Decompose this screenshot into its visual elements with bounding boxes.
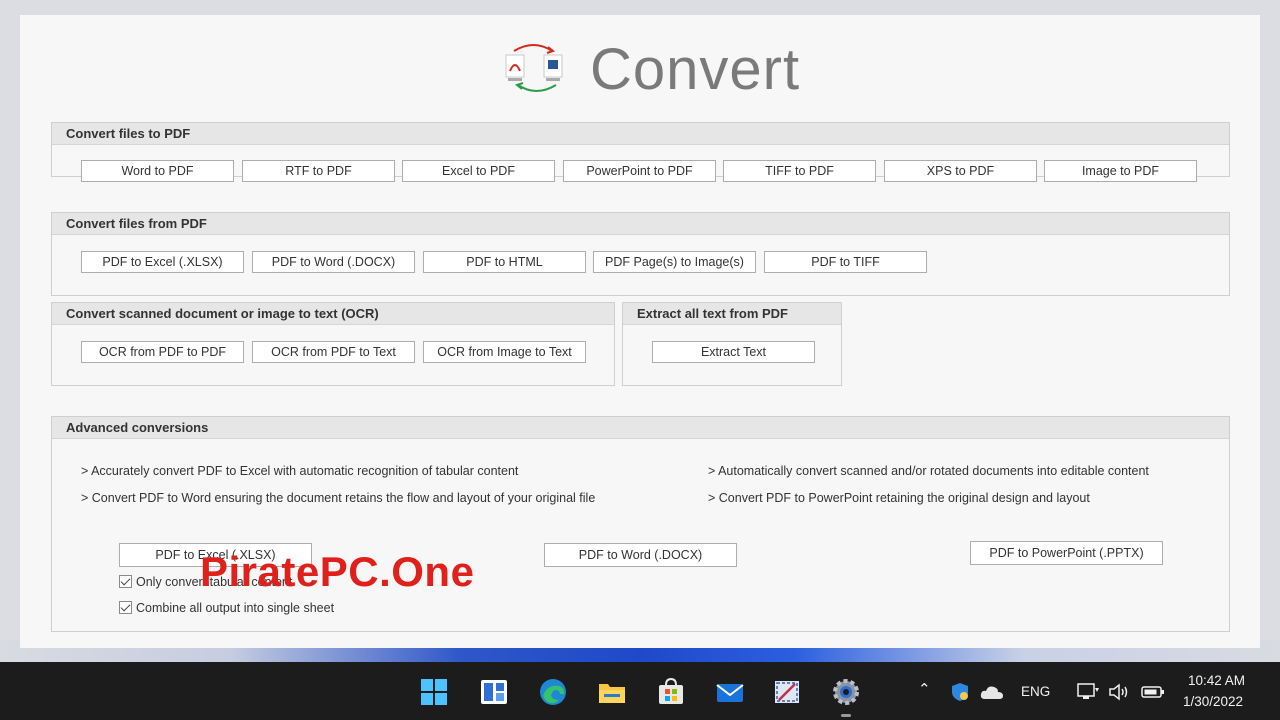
group-ocr: Convert scanned document or image to tex… [51,302,615,386]
image-to-pdf-button[interactable]: Image to PDF [1044,160,1197,182]
feature-text: > Convert PDF to Word ensuring the docum… [81,491,596,505]
show-hidden-icons-chevron-icon[interactable]: ⌃ [918,680,931,698]
onedrive-cloud-icon[interactable] [980,684,1004,700]
app-title: Convert [590,37,801,102]
windows-security-icon[interactable] [950,682,970,702]
pdf-to-word-button[interactable]: PDF to Word (.DOCX) [252,251,415,273]
feature-text: > Convert PDF to PowerPoint retaining th… [708,491,1090,505]
word-to-pdf-button[interactable]: Word to PDF [81,160,234,182]
start-icon[interactable] [418,676,450,708]
checkbox-checked[interactable] [119,601,132,615]
rtf-to-pdf-button[interactable]: RTF to PDF [242,160,395,182]
group-title: Extract all text from PDF [623,303,841,325]
settings-icon[interactable] [830,676,862,708]
xps-to-pdf-button[interactable]: XPS to PDF [884,160,1037,182]
header: Convert [500,37,840,107]
option-label: Combine all output into single sheet [136,601,335,615]
pdf-to-tiff-button[interactable]: PDF to TIFF [764,251,927,273]
advanced-pdf-to-powerpoint-button[interactable]: PDF to PowerPoint (.PPTX) [970,541,1163,565]
group-title: Convert scanned document or image to tex… [52,303,614,325]
pdf-to-html-button[interactable]: PDF to HTML [423,251,586,273]
volume-icon[interactable] [1108,682,1130,702]
group-title: Convert files from PDF [52,213,1229,235]
group-convert-from-pdf: Convert files from PDF PDF to Excel (.XL… [51,212,1230,296]
excel-to-pdf-button[interactable]: Excel to PDF [402,160,555,182]
group-title: Advanced conversions [52,417,1229,439]
active-app-indicator [841,714,851,717]
pdf-to-excel-button[interactable]: PDF to Excel (.XLSX) [81,251,244,273]
battery-icon[interactable] [1141,683,1165,701]
group-convert-to-pdf: Convert files to PDF Word to PDF RTF to … [51,122,1230,182]
store-icon[interactable] [655,676,687,708]
language-indicator[interactable]: ENG [1021,684,1050,699]
group-title: Convert files to PDF [52,123,1229,145]
powerpoint-to-pdf-button[interactable]: PowerPoint to PDF [563,160,716,182]
tiff-to-pdf-button[interactable]: TIFF to PDF [723,160,876,182]
clock-time[interactable]: 10:42 AM [1188,673,1245,688]
feature-text: > Automatically convert scanned and/or r… [708,464,1149,478]
network-icon[interactable] [1076,682,1100,702]
group-advanced-conversions: Advanced conversions > Accurately conver… [51,416,1230,632]
checkbox-checked[interactable] [119,575,132,589]
ocr-pdf-to-text-button[interactable]: OCR from PDF to Text [252,341,415,363]
feature-text: > Accurately convert PDF to Excel with a… [81,464,519,478]
pdf-pages-to-images-button[interactable]: PDF Page(s) to Image(s) [593,251,756,273]
ocr-image-to-text-button[interactable]: OCR from Image to Text [423,341,586,363]
watermark-text: PiratePC.One [200,548,475,595]
group-extract-text: Extract all text from PDF Extract Text [622,302,842,386]
extract-text-button[interactable]: Extract Text [652,341,815,363]
ocr-pdf-to-pdf-button[interactable]: OCR from PDF to PDF [81,341,244,363]
taskbar: ⌃ ENG 10:42 AM 1/30/2022 [0,662,1280,720]
convert-logo-icon [505,44,563,92]
snipping-tool-icon[interactable] [771,676,803,708]
mail-icon[interactable] [714,676,746,708]
clock-date[interactable]: 1/30/2022 [1183,694,1243,709]
file-explorer-icon[interactable] [596,676,628,708]
edge-icon[interactable] [537,676,569,708]
advanced-pdf-to-word-button[interactable]: PDF to Word (.DOCX) [544,543,737,567]
combine-output-option[interactable]: Combine all output into single sheet [119,601,334,617]
widgets-icon[interactable] [478,676,510,708]
